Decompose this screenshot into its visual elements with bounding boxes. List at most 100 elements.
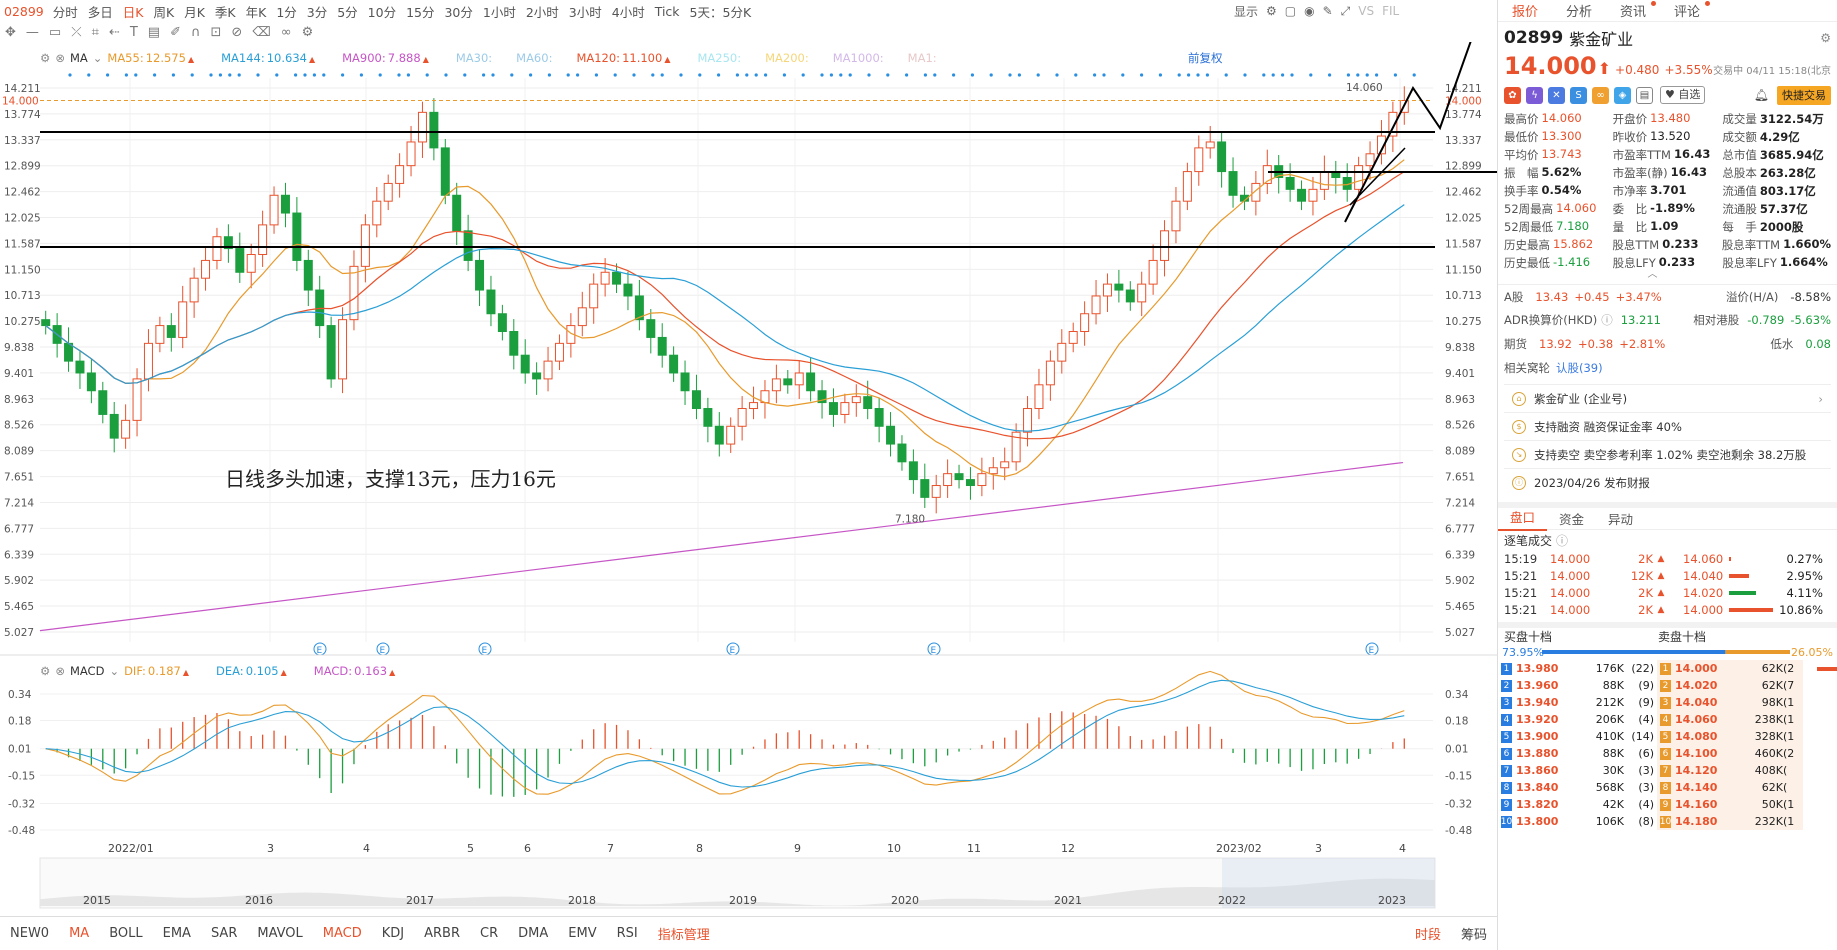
- symbol-code[interactable]: 02899: [0, 4, 48, 19]
- camera-icon[interactable]: ◉: [1300, 4, 1318, 18]
- period-tab[interactable]: 多日: [83, 2, 118, 21]
- orderbook-row[interactable]: 5 13.900 410K (14) 5 14.080 328K (1: [1498, 728, 1837, 745]
- earnings-marker-icon[interactable]: E: [478, 642, 492, 656]
- comment-tool-icon[interactable]: ▤: [143, 25, 165, 40]
- indicator-tab[interactable]: DMA: [508, 926, 558, 941]
- indicator-tab[interactable]: RSI: [607, 926, 648, 941]
- magnet-icon[interactable]: ∩: [186, 25, 206, 40]
- quote-tab[interactable]: 资讯: [1606, 1, 1660, 20]
- chevron-down-icon[interactable]: ⌄: [109, 664, 119, 678]
- macd-name[interactable]: MACD: [70, 664, 104, 678]
- kline-chart[interactable]: 14.211 14.211 13.774 13.774 13.337 13.337 12.8…: [0, 42, 1497, 916]
- earnings-marker-icon[interactable]: E: [927, 642, 941, 656]
- orderbook-row[interactable]: 10 13.800 106K (8) 10 14.180 232K (1: [1498, 813, 1837, 830]
- quick-trade-button[interactable]: 快捷交易: [1777, 85, 1831, 105]
- indicator-tab[interactable]: CR: [470, 926, 508, 941]
- period-tab[interactable]: 15分: [401, 2, 439, 21]
- orderbook-row[interactable]: 8 13.840 568K (3) 8 14.140 62K(: [1498, 779, 1837, 796]
- crosshair-icon[interactable]: ✥: [0, 25, 21, 40]
- bottom-right-tab[interactable]: 筹码: [1451, 924, 1497, 943]
- text-tool-icon[interactable]: T: [125, 25, 143, 40]
- quote-tab[interactable]: 报价: [1498, 1, 1552, 20]
- indicator-tab[interactable]: KDJ: [372, 926, 414, 941]
- period-tab[interactable]: 1小时: [478, 2, 521, 21]
- period-tab[interactable]: 5分: [332, 2, 362, 21]
- adr-row[interactable]: ADR换算价(HKD) ⓘ 13.211 相对港股 -0.789 -5.63%: [1498, 308, 1837, 332]
- gear-icon[interactable]: ⚙: [1820, 31, 1831, 45]
- display-menu[interactable]: 显示: [1230, 3, 1262, 20]
- period-tab[interactable]: 2小时: [521, 2, 564, 21]
- gear-icon[interactable]: ⚙: [297, 25, 319, 40]
- orderbook-row[interactable]: 6 13.880 88K (6) 6 14.100 460K (2: [1498, 745, 1837, 762]
- hide-icon[interactable]: ⊘: [226, 25, 247, 40]
- depth-tab[interactable]: 资金: [1547, 509, 1596, 528]
- indicator-tab[interactable]: SAR: [201, 926, 247, 941]
- indicator-tab[interactable]: MACD: [313, 926, 372, 941]
- lock-icon[interactable]: ⊡: [206, 25, 227, 40]
- vs-label[interactable]: VS: [1354, 4, 1378, 18]
- earnings-marker-icon[interactable]: E: [726, 642, 740, 656]
- info-item[interactable]: ⓘ 2023/04/26 发布财报: [1504, 468, 1831, 496]
- futures-row[interactable]: 期货 13.92 +0.38 +2.81% 低水 0.08: [1498, 332, 1837, 356]
- bell-icon[interactable]: 🔔︎: [1754, 88, 1769, 102]
- orderbook-row[interactable]: 4 13.920 206K (4) 4 14.060 238K (1: [1498, 711, 1837, 728]
- indicator-tab[interactable]: MA: [59, 926, 99, 941]
- fil-label[interactable]: FIL: [1378, 4, 1403, 18]
- gear-icon[interactable]: ⚙: [40, 664, 50, 678]
- quote-tab[interactable]: 分析: [1552, 1, 1606, 20]
- info-item[interactable]: ⌂ 紫金矿业 (企业号) ›: [1504, 384, 1831, 412]
- a-share-row[interactable]: A股 13.43 +0.45 +3.47% 溢价(H/A) -8.58%: [1498, 284, 1837, 308]
- brush-tool-icon[interactable]: ✐: [165, 25, 186, 40]
- earnings-marker-icon[interactable]: E: [313, 642, 327, 656]
- fib-tool-icon[interactable]: ⌗: [87, 25, 104, 40]
- layout-icon[interactable]: ▢: [1281, 4, 1300, 18]
- expand-icon[interactable]: ︿: [1498, 270, 1837, 280]
- bottom-right-tab[interactable]: 时段: [1405, 924, 1451, 943]
- pen-icon[interactable]: ✎: [1319, 4, 1337, 18]
- period-tab[interactable]: 3小时: [564, 2, 607, 21]
- period-tab[interactable]: 分时: [48, 2, 83, 21]
- quote-tab[interactable]: 评论: [1660, 1, 1714, 20]
- period-tab[interactable]: 日K: [118, 2, 149, 21]
- period-tab[interactable]: 月K: [179, 2, 210, 21]
- orderbook-row[interactable]: 3 13.940 212K (9) 3 14.040 98K (1: [1498, 694, 1837, 711]
- close-icon[interactable]: ⊗: [55, 664, 65, 678]
- indicator-tab[interactable]: MAVOL: [247, 926, 312, 941]
- indicator-tab[interactable]: BOLL: [99, 926, 152, 941]
- line-tool-icon[interactable]: —: [21, 25, 44, 40]
- period-tab[interactable]: 3分: [302, 2, 332, 21]
- info-item[interactable]: ↘ 支持卖空 卖空参考利率 1.02% 卖空池剩余 38.2万股: [1504, 440, 1831, 468]
- orderbook-row[interactable]: 1 13.980 176K (22) 1 14.000 62K (2: [1498, 660, 1837, 677]
- indicator-tab[interactable]: EMA: [153, 926, 201, 941]
- indicator-tab[interactable]: NEW0: [0, 926, 59, 941]
- add-favorite-button[interactable]: ♥ 自选: [1660, 86, 1706, 104]
- warrants-row[interactable]: 相关窝轮 认股(39): [1498, 356, 1837, 380]
- depth-tab[interactable]: 异动: [1596, 509, 1645, 528]
- indicator-tab[interactable]: ARBR: [414, 926, 470, 941]
- arrow-tool-icon[interactable]: ⇠: [104, 25, 125, 40]
- period-tab[interactable]: 季K: [210, 2, 241, 21]
- orderbook-row[interactable]: 2 13.960 88K (9) 2 14.020 62K (7: [1498, 677, 1837, 694]
- rect-tool-icon[interactable]: ▭: [44, 25, 66, 40]
- fullscreen-icon[interactable]: ⤢: [1337, 4, 1355, 19]
- overview-navigator[interactable]: 2015 2016 2017 2018 2019 2020 2021 2022 2023: [39, 857, 1436, 909]
- indicator-tab[interactable]: 指标管理: [648, 924, 720, 943]
- depth-tab[interactable]: 盘口: [1498, 507, 1548, 531]
- period-tab[interactable]: 1分: [271, 2, 301, 21]
- indicator-tab[interactable]: EMV: [558, 926, 606, 941]
- cross-tool-icon[interactable]: ⤫: [66, 25, 86, 40]
- period-tab[interactable]: 4小时: [607, 2, 650, 21]
- period-tab[interactable]: Tick: [650, 4, 685, 19]
- settings-icon[interactable]: ⚙: [1262, 4, 1281, 18]
- user-drawings[interactable]: [40, 42, 1497, 248]
- earnings-marker-icon[interactable]: E: [1365, 642, 1379, 656]
- period-tab[interactable]: 周K: [149, 2, 180, 21]
- period-tab[interactable]: 5天：5分K: [685, 2, 757, 21]
- earnings-marker-icon[interactable]: E: [376, 642, 390, 656]
- info-item[interactable]: $ 支持融资 融资保证金率 40%: [1504, 412, 1831, 440]
- trash-icon[interactable]: ⌫: [247, 25, 275, 40]
- link-icon[interactable]: ∞: [276, 25, 297, 40]
- orderbook-row[interactable]: 7 13.860 30K (3) 7 14.120 408K(: [1498, 762, 1837, 779]
- period-tab[interactable]: 30分: [439, 2, 477, 21]
- orderbook-row[interactable]: 9 13.820 42K (4) 9 14.160 50K (1: [1498, 796, 1837, 813]
